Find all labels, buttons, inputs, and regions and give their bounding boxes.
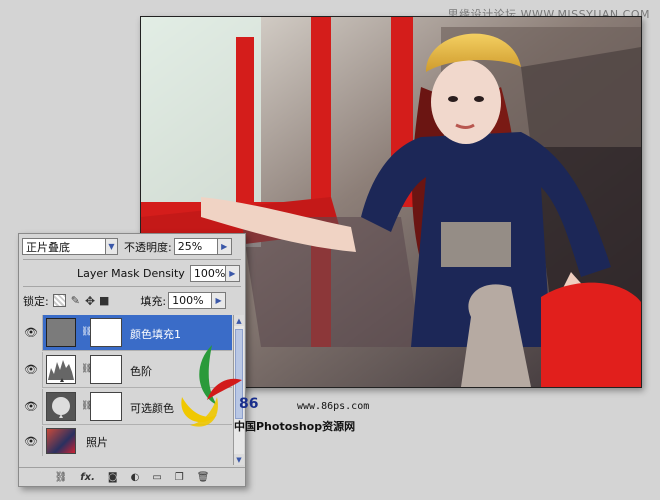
fill-input[interactable]: 100% xyxy=(168,292,213,309)
mask-density-label: Layer Mask Density xyxy=(77,267,185,280)
layer-mask-thumbnail[interactable] xyxy=(90,392,122,421)
mask-density-input[interactable]: 100% xyxy=(189,265,226,282)
layer-name: 色阶 xyxy=(130,365,152,378)
layers-toolbar: ⛓ fx. ◙ ◐ ▭ ❐ 🗑 xyxy=(19,467,245,486)
scroll-down-button[interactable]: ▼ xyxy=(234,454,244,465)
site-logo-number: 86 xyxy=(239,396,259,412)
site-name: 中国Photoshop资源网 xyxy=(234,420,356,433)
layer-name: 照片 xyxy=(86,436,108,449)
mask-density-slider-button[interactable]: ▶ xyxy=(225,265,240,282)
lock-position-icon[interactable]: ✥ xyxy=(85,294,95,308)
fx-icon[interactable]: fx. xyxy=(80,472,95,483)
levels-thumbnail xyxy=(46,355,76,384)
lock-label: 锁定: xyxy=(23,294,49,308)
mask-density-value: 100% xyxy=(193,267,226,280)
scroll-up-button[interactable]: ▲ xyxy=(234,315,244,326)
link-icon[interactable]: ⛓ xyxy=(55,472,68,483)
lock-all-icon[interactable]: ■ xyxy=(99,294,109,307)
blend-mode-dropdown-button[interactable]: ▼ xyxy=(106,238,118,255)
adjustment-icon[interactable]: ◐ xyxy=(131,472,140,483)
divider xyxy=(23,259,241,260)
site-url: www.86ps.com xyxy=(297,401,370,412)
visibility-cell[interactable]: 👁 xyxy=(20,389,43,425)
layer-mask-thumbnail[interactable] xyxy=(90,318,122,347)
eye-icon[interactable]: 👁 xyxy=(23,433,39,449)
visibility-cell[interactable]: 👁 xyxy=(20,426,43,456)
eye-icon[interactable]: 👁 xyxy=(23,324,39,340)
photo-thumbnail xyxy=(46,428,76,454)
layer-mask-thumbnail[interactable] xyxy=(90,355,122,384)
opacity-slider-button[interactable]: ▶ xyxy=(217,238,232,255)
new-layer-icon[interactable]: ❐ xyxy=(175,472,184,483)
selective-color-icon xyxy=(52,397,70,418)
trash-icon[interactable]: 🗑 xyxy=(197,472,210,483)
visibility-cell[interactable]: 👁 xyxy=(20,352,43,388)
divider xyxy=(23,286,241,287)
selective-color-thumbnail xyxy=(46,392,76,421)
eye-icon[interactable]: 👁 xyxy=(23,361,39,377)
eye-icon[interactable]: 👁 xyxy=(23,398,39,414)
fill-label: 填充: xyxy=(140,294,167,308)
fill-thumbnail xyxy=(46,318,76,347)
opacity-value: 25% xyxy=(177,240,203,253)
visibility-cell[interactable]: 👁 xyxy=(20,315,43,351)
fill-value: 100% xyxy=(172,294,204,307)
histogram-icon xyxy=(48,360,74,382)
lock-transparency-icon[interactable] xyxy=(52,294,66,307)
layer-name: 可选颜色 xyxy=(130,402,174,415)
opacity-label: 不透明度: xyxy=(124,240,172,254)
lock-pixels-icon[interactable]: ✎ xyxy=(71,294,80,307)
blend-mode-value: 正片叠底 xyxy=(26,240,70,254)
group-icon[interactable]: ▭ xyxy=(152,472,161,483)
blend-mode-select[interactable]: 正片叠底 xyxy=(22,238,106,255)
opacity-input[interactable]: 25% xyxy=(173,238,218,255)
fill-slider-button[interactable]: ▶ xyxy=(212,292,227,309)
mask-icon[interactable]: ◙ xyxy=(108,472,118,483)
